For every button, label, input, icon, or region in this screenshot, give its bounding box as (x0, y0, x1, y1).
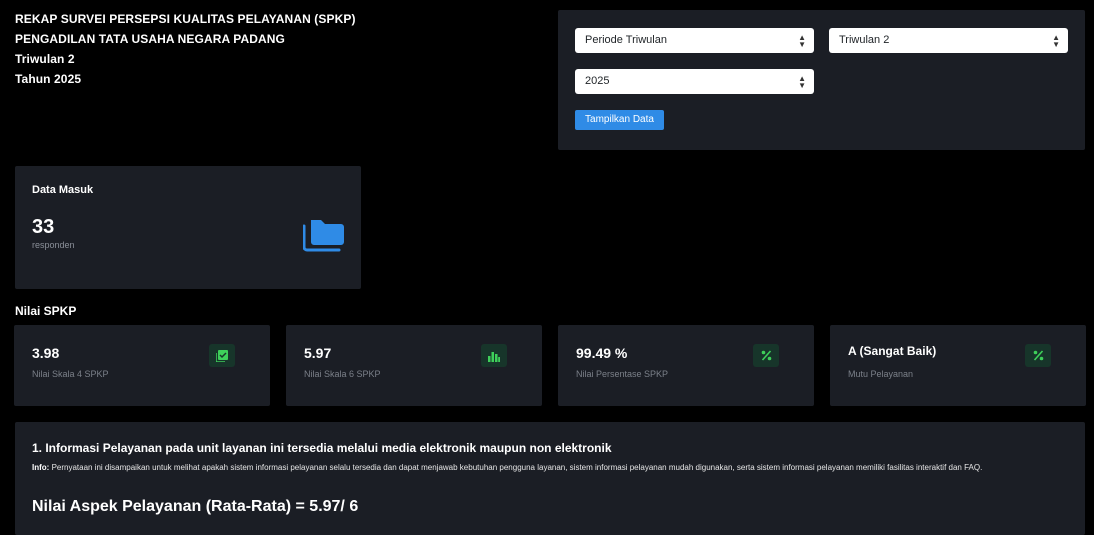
percent-icon (1025, 344, 1051, 367)
tahun-select[interactable]: 2025 ▲ ▼ (575, 69, 814, 94)
mutu-pelayanan-card: A (Sangat Baik) Mutu Pelayanan (830, 325, 1086, 406)
triwulan-select-value: Triwulan 2 (839, 34, 890, 46)
nilai-aspek-label: Nilai Aspek Pelayanan (Rata-Rata) = 5.97… (32, 498, 359, 515)
stat-value: A (Sangat Baik) (848, 344, 937, 358)
aspek-heading: 1. Informasi Pelayanan pada unit layanan… (32, 441, 612, 455)
respondent-count: 33 (32, 216, 55, 238)
respondent-unit: responden (32, 240, 75, 250)
nilai-skala-4-card: 3.98 Nilai Skala 4 SPKP (14, 325, 270, 406)
info-label: Info: (32, 463, 50, 472)
report-title: REKAP SURVEI PERSEPSI KUALITAS PELAYANAN… (15, 12, 356, 26)
select-arrows-icon: ▲ ▼ (1052, 33, 1060, 49)
nilai-persentase-card: 99.49 % Nilai Persentase SPKP (558, 325, 814, 406)
stat-value: 5.97 (304, 345, 332, 361)
select-arrows-icon: ▲ ▼ (798, 74, 806, 90)
select-arrows-icon: ▲ ▼ (798, 33, 806, 49)
stat-caption: Mutu Pelayanan (848, 369, 914, 379)
info-description: Pernyataan ini disampaikan untuk melihat… (51, 463, 983, 472)
stat-caption: Nilai Skala 4 SPKP (32, 369, 109, 379)
stat-caption: Nilai Persentase SPKP (576, 369, 669, 379)
check-square-icon (209, 344, 235, 367)
period-year: Tahun 2025 (15, 72, 82, 86)
percent-icon (753, 344, 779, 367)
stat-value: 99.49 % (576, 345, 628, 361)
periode-select-value: Periode Triwulan (585, 34, 667, 46)
aspek-pelayanan-card: 1. Informasi Pelayanan pada unit layanan… (15, 422, 1085, 535)
nilai-skala-6-card: 5.97 Nilai Skala 6 SPKP (286, 325, 542, 406)
triwulan-select[interactable]: Triwulan 2 ▲ ▼ (829, 28, 1068, 53)
stat-value: 3.98 (32, 345, 60, 361)
tampilkan-data-button[interactable]: Tampilkan Data (575, 110, 664, 130)
report-title-block: REKAP SURVEI PERSEPSI KUALITAS PELAYANAN… (15, 9, 535, 89)
data-masuk-card: Data Masuk 33 responden (15, 166, 361, 289)
data-masuk-label: Data Masuk (32, 184, 94, 196)
stat-caption: Nilai Skala 6 SPKP (304, 369, 381, 379)
bar-chart-icon (481, 344, 507, 367)
periode-select[interactable]: Periode Triwulan ▲ ▼ (575, 28, 814, 53)
filter-panel: Periode Triwulan ▲ ▼ Triwulan 2 ▲ ▼ 2025 ▲… (558, 10, 1085, 150)
nilai-spkp-title: Nilai SPKP (15, 304, 77, 318)
aspek-info-text: Info: Pernyataan ini disampaikan untuk m… (32, 461, 1062, 474)
period-quarter: Triwulan 2 (15, 52, 75, 66)
institution-name: PENGADILAN TATA USAHA NEGARA PADANG (15, 32, 285, 46)
tahun-select-value: 2025 (585, 75, 610, 87)
folder-icon (303, 220, 344, 252)
